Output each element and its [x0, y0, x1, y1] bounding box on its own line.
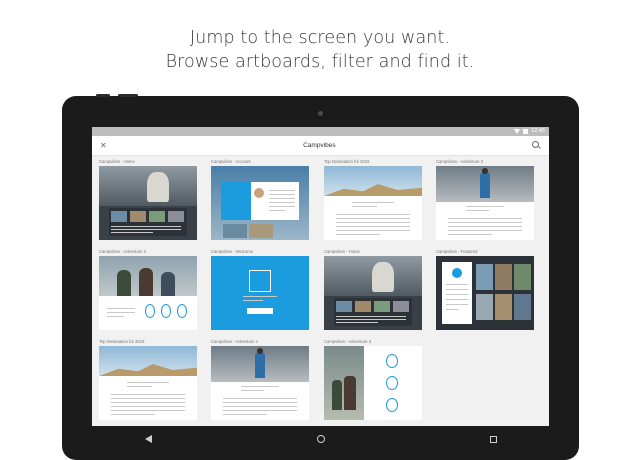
artboard-thumbnail[interactable] — [99, 256, 197, 330]
status-bar: 12:45 — [92, 127, 549, 136]
tablet-button — [96, 94, 110, 97]
artboard-label: Top Destination for 2016 — [99, 339, 145, 344]
artboard-label: Campvibes - Home — [99, 159, 135, 164]
artboard-label: Campvibes - Adventure 2 — [436, 159, 484, 164]
artboard-card[interactable]: Campvibes - Adventure 3 — [324, 338, 422, 420]
artboard-card[interactable]: Campvibes - Home — [324, 248, 422, 330]
home-icon[interactable] — [316, 435, 325, 443]
tablet-screen: 12:45 ✕ Campvibes Campvibes - Home Campvi… — [92, 127, 549, 426]
artboard-card[interactable]: Campvibes - Adventure 3 — [99, 248, 197, 330]
headline-line-2: Browse artboards, filter and find it. — [165, 52, 475, 72]
artboard-label: Campvibes - Adventure 1 — [211, 339, 259, 344]
artboard-card[interactable]: Campvibes - Adventure 1 — [211, 338, 309, 420]
artboard-thumbnail[interactable] — [99, 346, 197, 420]
search-icon[interactable] — [532, 141, 541, 150]
artboard-label: Campvibes - Welcome — [211, 249, 254, 254]
artboard-thumbnail[interactable] — [436, 256, 534, 330]
artboard-thumbnail[interactable] — [211, 166, 309, 240]
app-title: Campvibes — [303, 142, 336, 149]
artboard-label: Campvibes - Adventure 3 — [99, 249, 147, 254]
artboard-card[interactable]: Top Destination for 2016 — [324, 158, 422, 240]
artboard-card[interactable]: Campvibes - Adventure 2 — [436, 158, 534, 240]
recent-apps-icon[interactable] — [489, 435, 497, 443]
tablet-button — [118, 94, 138, 97]
artboard-card[interactable]: Campvibes - Home — [99, 158, 197, 240]
battery-icon — [523, 129, 529, 134]
artboard-thumbnail[interactable] — [324, 166, 422, 240]
artboard-card[interactable]: Top Destination for 2016 — [99, 338, 197, 420]
app-bar: ✕ Campvibes — [92, 136, 549, 156]
artboard-label: Top Destination for 2016 — [324, 159, 370, 164]
back-icon[interactable] — [144, 435, 152, 443]
camera-icon — [318, 111, 323, 116]
artboard-card[interactable]: Campvibes - Welcome — [211, 248, 309, 330]
headline: Jump to the screen you want. Browse artb… — [0, 26, 640, 74]
artboard-label: Campvibes - Home — [324, 249, 360, 254]
artboard-card[interactable]: Campvibes - Featured — [436, 248, 534, 330]
status-time: 12:45 — [531, 128, 545, 134]
artboard-thumbnail[interactable] — [211, 346, 309, 420]
headline-line-1: Jump to the screen you want. — [189, 28, 451, 48]
artboard-card[interactable]: Campvibes - Account — [211, 158, 309, 240]
artboard-thumbnail[interactable] — [99, 166, 197, 240]
artboard-label: Campvibes - Adventure 3 — [324, 339, 372, 344]
wifi-icon — [514, 129, 521, 134]
artboard-thumbnail[interactable] — [436, 166, 534, 240]
artboard-label: Campvibes - Featured — [436, 249, 478, 254]
artboard-thumbnail[interactable] — [211, 256, 309, 330]
artboard-thumbnail[interactable] — [324, 346, 422, 420]
artboard-label: Campvibes - Account — [211, 159, 251, 164]
close-icon[interactable]: ✕ — [100, 136, 107, 156]
artboard-thumbnail[interactable] — [324, 256, 422, 330]
android-nav-bar — [62, 428, 579, 450]
